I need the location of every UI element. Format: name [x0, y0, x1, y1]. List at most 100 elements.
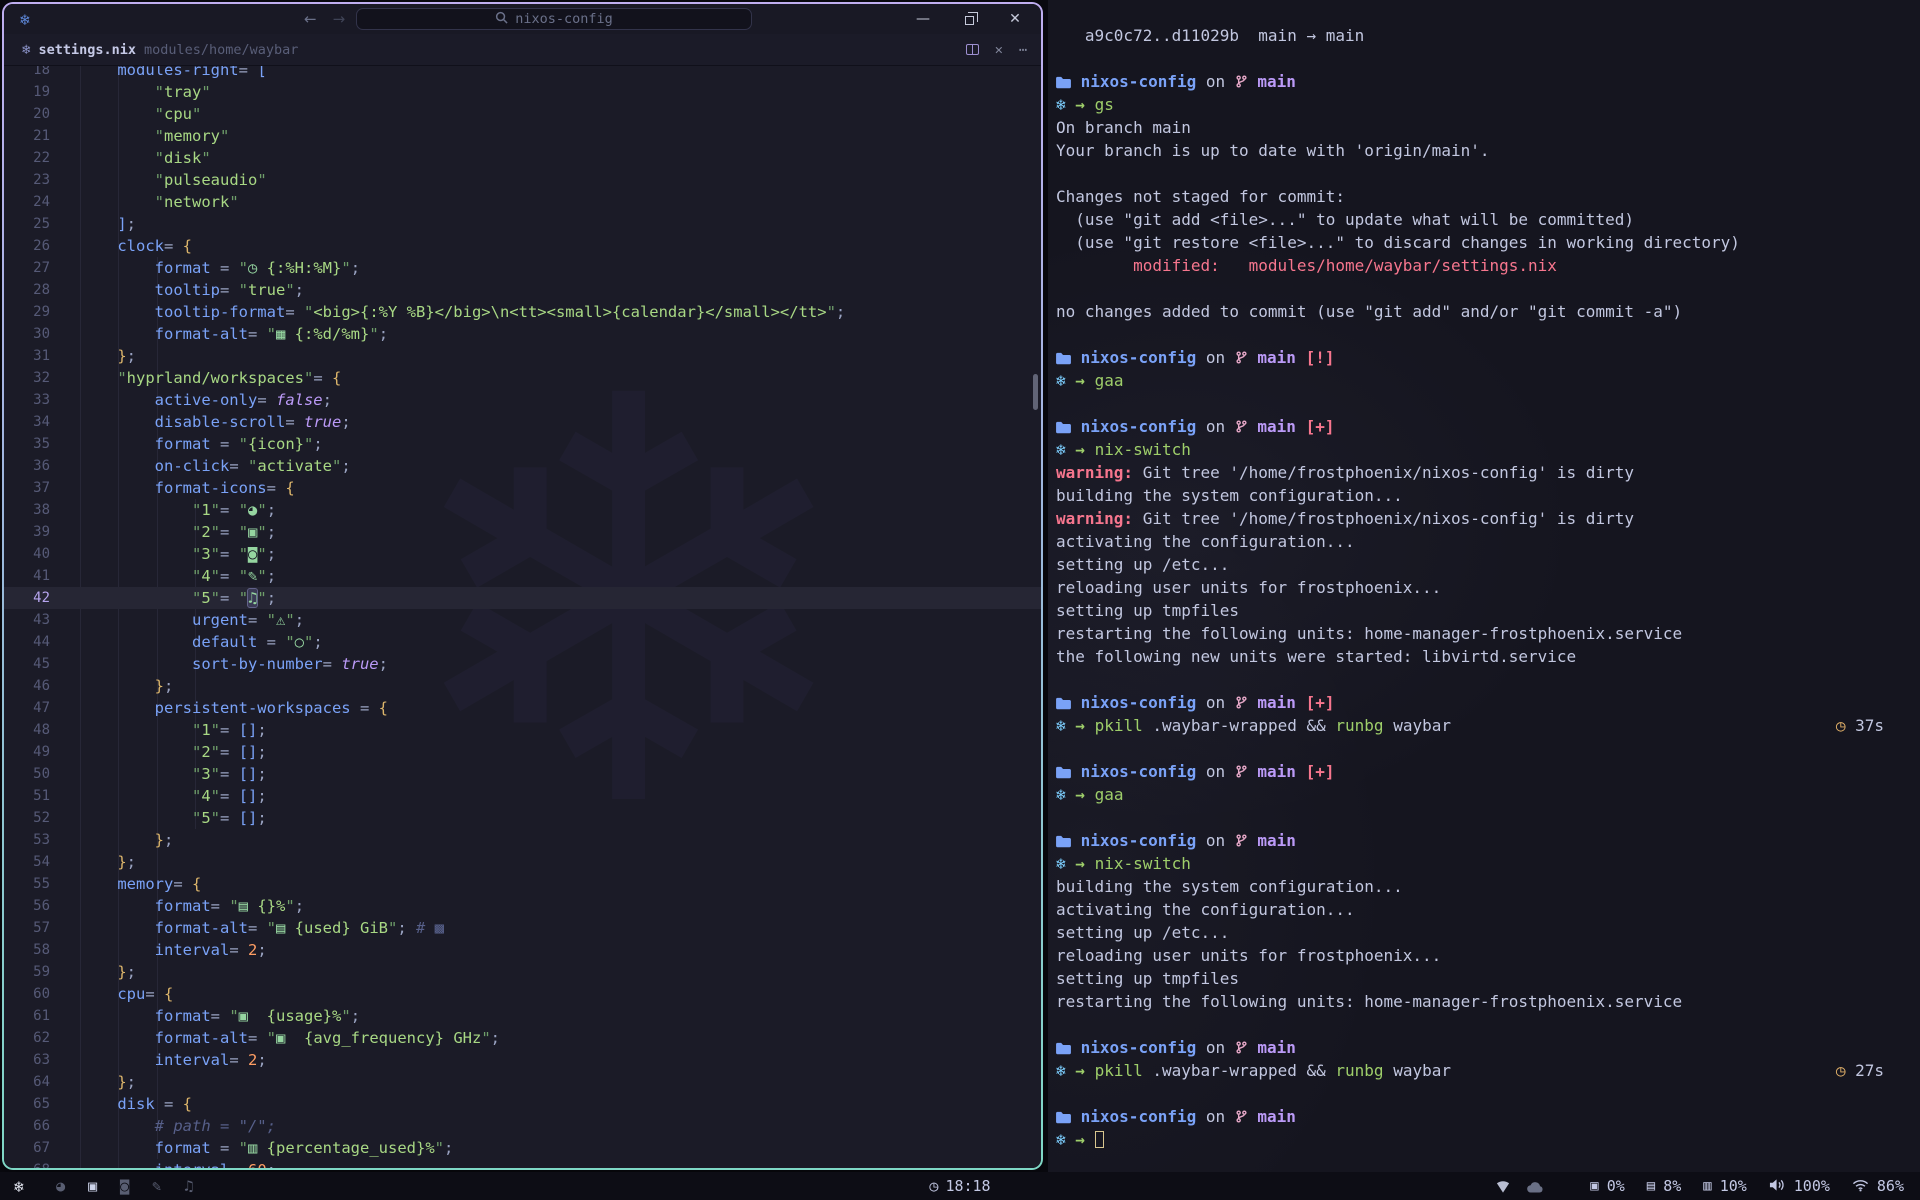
code-line[interactable]: 25 ]; [4, 213, 1041, 235]
disk-module[interactable]: ▥10% [1703, 1177, 1747, 1195]
code-line[interactable]: 48 "1"= []; [4, 719, 1041, 741]
close-window-button[interactable]: ✕ [1007, 11, 1023, 27]
code-line[interactable]: 27 format = "◷ {:%H:%M}"; [4, 257, 1041, 279]
code-line[interactable]: 49 "2"= []; [4, 741, 1041, 763]
editor-titlebar: ❄ ← → nixos-config — ✕ [4, 4, 1041, 34]
code-line[interactable]: 42 "5"= "♫"; [4, 587, 1041, 609]
ram-module[interactable]: ▤8% [1647, 1177, 1682, 1195]
code-line[interactable]: 28 tooltip= "true"; [4, 279, 1041, 301]
terminal-line: nixos-config on main [+] [1056, 760, 1884, 783]
line-number: 33 [4, 389, 50, 411]
code-line[interactable]: 26 clock= { [4, 235, 1041, 257]
code-line[interactable]: 37 format-icons= { [4, 477, 1041, 499]
code-line[interactable]: 24 "network" [4, 191, 1041, 213]
code-line[interactable]: 40 "3"= "◙"; [4, 543, 1041, 565]
code-line[interactable]: 47 persistent-workspaces = { [4, 697, 1041, 719]
code-line[interactable]: 57 format-alt= "▤ {used} GiB"; # ▩ [4, 917, 1041, 939]
code-editor[interactable]: ❄ 18 modules-right= [19 "tray"20 "cpu"21… [4, 66, 1041, 1168]
wifi-module[interactable]: 86% [1852, 1177, 1904, 1195]
code-line[interactable]: 53 }; [4, 829, 1041, 851]
line-number: 61 [4, 1005, 50, 1027]
close-tab-icon[interactable]: ✕ [995, 42, 1003, 58]
terminal-window[interactable]: a9c0c72..d11029b main → main nixos-confi… [1048, 0, 1920, 1172]
code-line[interactable]: 29 tooltip-format= "<big>{:%Y %B}</big>\… [4, 301, 1041, 323]
line-number: 44 [4, 631, 50, 653]
code-line[interactable]: 68 interval= 60; [4, 1159, 1041, 1168]
tab-settings-nix[interactable]: ❄ settings.nix modules/home/waybar [22, 42, 298, 58]
git-branch-icon [1235, 417, 1248, 436]
code-line[interactable]: 62 format-alt= "▣ {avg_frequency} GHz"; [4, 1027, 1041, 1049]
code-line[interactable]: 33 active-only= false; [4, 389, 1041, 411]
code-line[interactable]: 63 interval= 2; [4, 1049, 1041, 1071]
line-number: 36 [4, 455, 50, 477]
line-number: 29 [4, 301, 50, 323]
more-options-icon[interactable]: ⋯ [1019, 42, 1027, 58]
code-line[interactable]: 60 cpu= { [4, 983, 1041, 1005]
line-number: 53 [4, 829, 50, 851]
workspace-music-icon[interactable]: ♫ [180, 1177, 198, 1195]
cloud-icon[interactable] [1526, 1177, 1544, 1195]
code-line[interactable]: 32 "hyprland/workspaces"= { [4, 367, 1041, 389]
code-line[interactable]: 59 }; [4, 961, 1041, 983]
code-line[interactable]: 18 modules-right= [ [4, 66, 1041, 81]
workspace-terminal-icon[interactable]: ▣ [84, 1177, 102, 1195]
search-icon [495, 11, 508, 28]
split-pane-icon[interactable] [966, 44, 979, 55]
cpu-module[interactable]: ▣0% [1590, 1177, 1625, 1195]
cpu-icon: ▣ [1590, 1178, 1598, 1194]
code-line[interactable]: 52 "5"= []; [4, 807, 1041, 829]
scrollbar-marker[interactable] [1033, 374, 1038, 410]
code-line[interactable]: 61 format= "▣ {usage}%"; [4, 1005, 1041, 1027]
code-line[interactable]: 67 format = "▥ {percentage_used}%"; [4, 1137, 1041, 1159]
code-line[interactable]: 44 default = "○"; [4, 631, 1041, 653]
line-number: 22 [4, 147, 50, 169]
module-value: 10% [1720, 1177, 1747, 1195]
line-number: 18 [4, 66, 50, 81]
code-line[interactable]: 46 }; [4, 675, 1041, 697]
command-duration: ◷ 27s [1836, 1059, 1884, 1082]
code-line[interactable]: 22 "disk" [4, 147, 1041, 169]
code-line[interactable]: 20 "cpu" [4, 103, 1041, 125]
nav-back-icon[interactable]: ← [304, 10, 317, 28]
minimize-button[interactable]: — [915, 11, 931, 27]
code-line[interactable]: 31 }; [4, 345, 1041, 367]
code-line[interactable]: 19 "tray" [4, 81, 1041, 103]
workspace-firefox-icon[interactable]: ◕ [52, 1177, 70, 1195]
code-line[interactable]: 65 disk = { [4, 1093, 1041, 1115]
nav-forward-icon[interactable]: → [333, 10, 346, 28]
code-line[interactable]: 51 "4"= []; [4, 785, 1041, 807]
code-line[interactable]: 30 format-alt= "▦ {:%d/%m}"; [4, 323, 1041, 345]
workspace-notes-icon[interactable]: ✎ [148, 1177, 166, 1195]
terminal-line: setting up tmpfiles [1056, 599, 1884, 622]
code-line[interactable]: 21 "memory" [4, 125, 1041, 147]
code-line[interactable]: 54 }; [4, 851, 1041, 873]
code-line[interactable]: 45 sort-by-number= true; [4, 653, 1041, 675]
git-branch-icon [1235, 831, 1248, 850]
code-line[interactable]: 56 format= "▤ {}%"; [4, 895, 1041, 917]
signal-icon[interactable] [1496, 1177, 1510, 1195]
project-search-input[interactable]: nixos-config [356, 8, 752, 30]
code-line[interactable]: 35 format = "{icon}"; [4, 433, 1041, 455]
code-line[interactable]: 58 interval= 2; [4, 939, 1041, 961]
code-line[interactable]: 43 urgent= "⚠"; [4, 609, 1041, 631]
code-line[interactable]: 23 "pulseaudio" [4, 169, 1041, 191]
code-line[interactable]: 55 memory= { [4, 873, 1041, 895]
code-line[interactable]: 41 "4"= "✎"; [4, 565, 1041, 587]
line-number: 20 [4, 103, 50, 125]
terminal-line: nixos-config on main [1056, 70, 1884, 93]
code-line[interactable]: 64 }; [4, 1071, 1041, 1093]
line-number: 46 [4, 675, 50, 697]
code-line[interactable]: 36 on-click= "activate"; [4, 455, 1041, 477]
code-line[interactable]: 34 disable-scroll= true; [4, 411, 1041, 433]
restore-button[interactable] [961, 11, 977, 27]
code-line[interactable]: 38 "1"= "◕"; [4, 499, 1041, 521]
code-line[interactable]: 50 "3"= []; [4, 763, 1041, 785]
volume-module[interactable]: 100% [1769, 1177, 1830, 1195]
terminal-line [1056, 668, 1884, 691]
line-number: 68 [4, 1159, 50, 1168]
workspace-discord-icon[interactable]: ◙ [116, 1177, 134, 1195]
code-line[interactable]: 39 "2"= "▣"; [4, 521, 1041, 543]
folder-icon [1056, 348, 1071, 367]
code-line[interactable]: 66 # path = "/"; [4, 1115, 1041, 1137]
launcher-nixos-icon[interactable]: ❄ [14, 1177, 24, 1196]
